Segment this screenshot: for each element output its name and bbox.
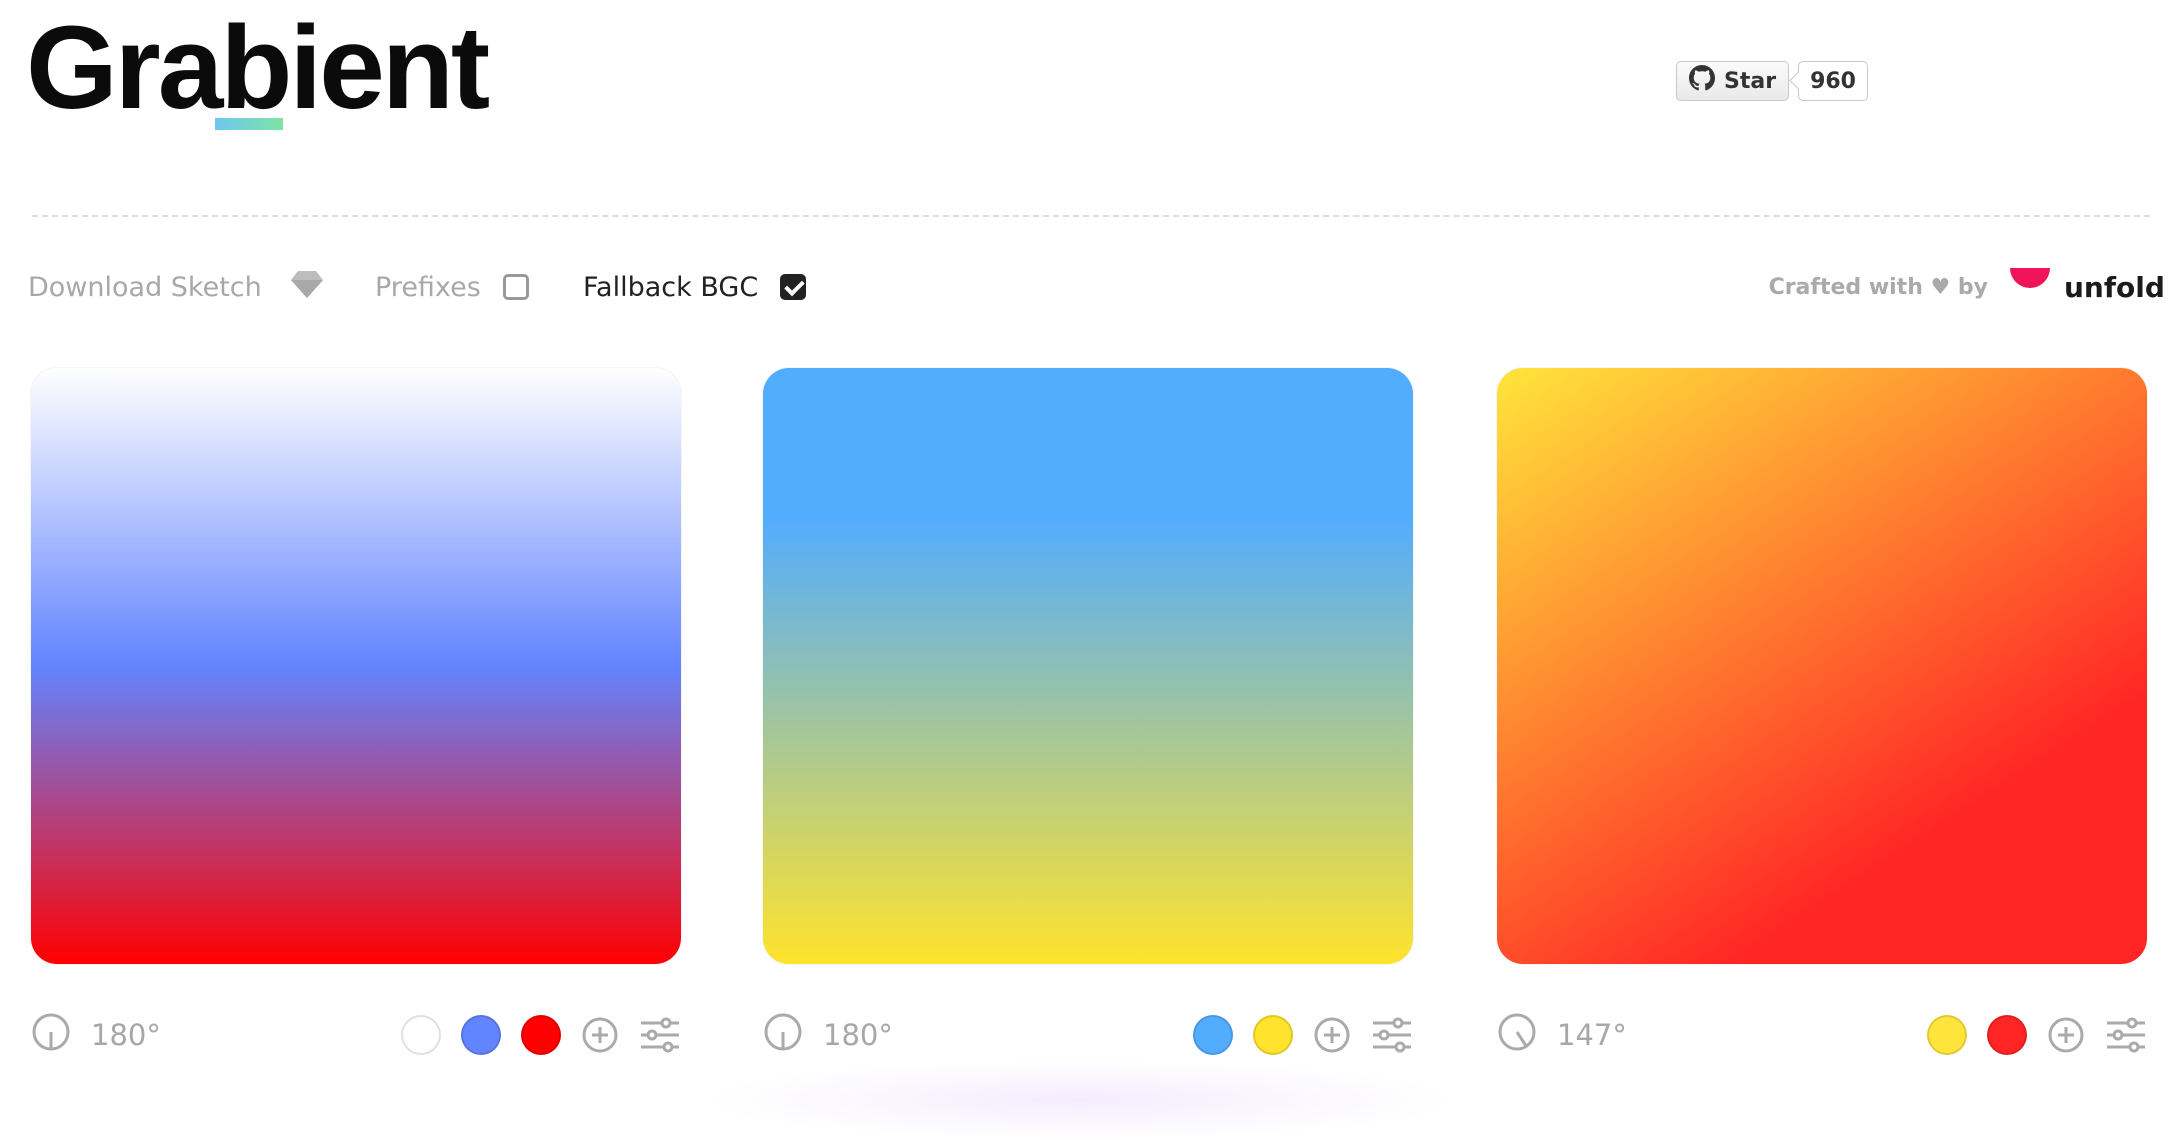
angle-value: 147° xyxy=(1557,1018,1627,1052)
fallback-bgc-checkbox[interactable] xyxy=(780,274,807,300)
header-divider xyxy=(32,215,2150,217)
add-color-icon[interactable] xyxy=(581,1016,619,1054)
fallback-bgc-label: Fallback BGC xyxy=(583,271,759,303)
gradient-controls: 147° xyxy=(1497,1010,2147,1060)
color-stops xyxy=(401,1010,681,1060)
color-stops xyxy=(1927,1010,2147,1060)
github-star-label: Star xyxy=(1724,68,1777,94)
download-sketch-label: Download Sketch xyxy=(28,271,262,303)
color-stop-swatch[interactable] xyxy=(1927,1015,1967,1055)
prefixes-toggle[interactable]: Prefixes xyxy=(375,262,529,312)
unfold-name: unfold xyxy=(2064,270,2165,304)
angle-dial-icon xyxy=(31,1012,71,1059)
fallback-bgc-toggle[interactable]: Fallback BGC xyxy=(583,262,807,312)
gradient-card[interactable] xyxy=(763,368,1413,964)
sliders-settings-icon[interactable] xyxy=(1371,1016,1413,1054)
gradient-card[interactable] xyxy=(31,368,681,964)
add-color-icon[interactable] xyxy=(2047,1016,2085,1054)
angle-dial-icon xyxy=(1497,1012,1537,1059)
angle-value: 180° xyxy=(91,1018,161,1052)
crafted-by-text: Crafted with ♥ by xyxy=(1768,274,1988,300)
color-stop-swatch[interactable] xyxy=(1987,1015,2027,1055)
sliders-settings-icon[interactable] xyxy=(639,1016,681,1054)
github-star-count[interactable]: 960 xyxy=(1798,61,1868,101)
logo-underline-accent xyxy=(215,118,283,130)
color-stops xyxy=(1193,1010,1413,1060)
color-stop-swatch[interactable] xyxy=(401,1015,441,1055)
sketch-diamond-icon xyxy=(290,269,324,306)
github-star-widget: Star 960 xyxy=(1676,61,1868,101)
options-bar: Download Sketch Prefixes Fallback BGC Cr… xyxy=(0,262,2174,312)
gradient-card[interactable] xyxy=(1497,368,2147,964)
angle-value: 180° xyxy=(823,1018,893,1052)
angle-control[interactable]: 180° xyxy=(31,1012,161,1059)
color-stop-swatch[interactable] xyxy=(1193,1015,1233,1055)
color-stop-swatch[interactable] xyxy=(461,1015,501,1055)
color-stop-swatch[interactable] xyxy=(521,1015,561,1055)
github-star-button[interactable]: Star xyxy=(1676,61,1790,101)
download-sketch-button[interactable]: Download Sketch xyxy=(28,262,324,312)
angle-control[interactable]: 147° xyxy=(1497,1012,1627,1059)
bottom-glow xyxy=(700,1060,1460,1140)
angle-dial-icon xyxy=(763,1012,803,1059)
angle-control[interactable]: 180° xyxy=(763,1012,893,1059)
gradient-controls: 180° xyxy=(31,1010,681,1060)
color-stop-swatch[interactable] xyxy=(1253,1015,1293,1055)
prefixes-label: Prefixes xyxy=(375,271,481,303)
add-color-icon[interactable] xyxy=(1313,1016,1351,1054)
prefixes-checkbox[interactable] xyxy=(502,274,529,300)
unfold-logo-icon xyxy=(2010,268,2050,288)
unfold-link[interactable]: unfold xyxy=(2010,262,2165,312)
github-icon xyxy=(1689,65,1715,97)
sliders-settings-icon[interactable] xyxy=(2105,1016,2147,1054)
gradient-controls: 180° xyxy=(763,1010,1413,1060)
brand-logo: Grabient xyxy=(26,2,490,134)
